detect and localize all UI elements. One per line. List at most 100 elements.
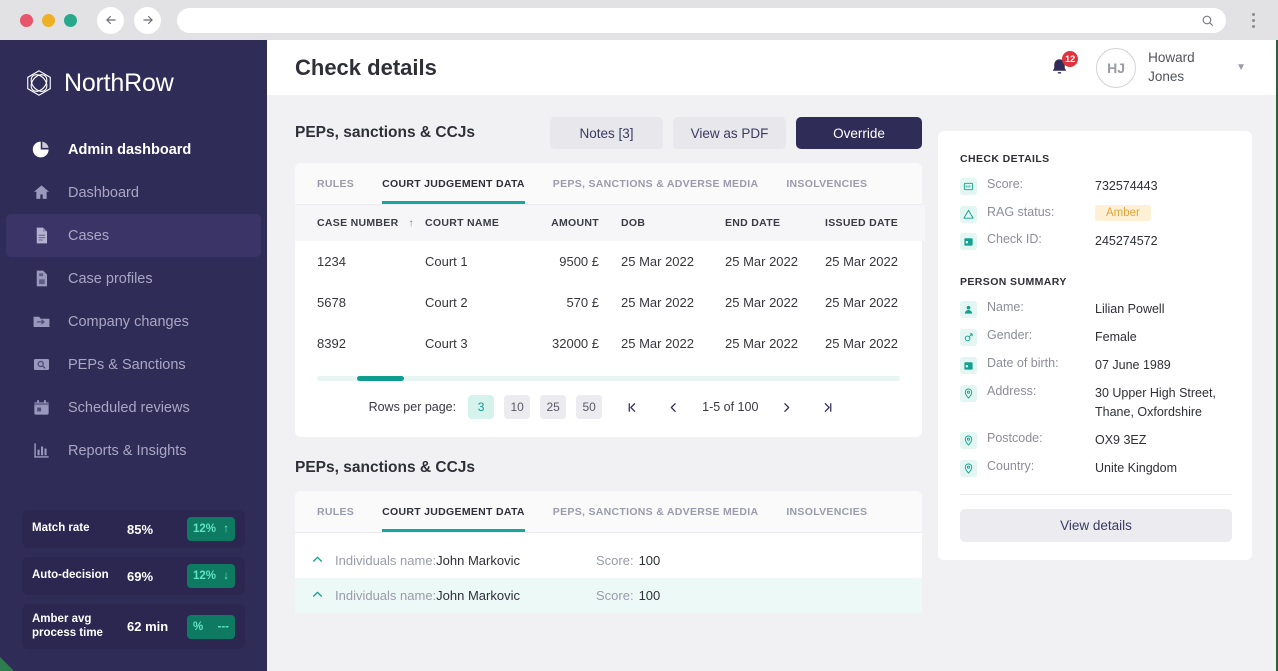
browser-address-bar[interactable] — [177, 7, 1226, 33]
calendar-icon — [960, 357, 977, 374]
sidebar-item-reports-insights[interactable]: Reports & Insights — [6, 429, 261, 472]
tab-rules[interactable]: Rules — [317, 506, 354, 532]
sidebar-item-scheduled-reviews[interactable]: Scheduled reviews — [6, 386, 261, 429]
stat-match-rate[interactable]: Match rate 85% 12% ↑ — [22, 510, 245, 548]
top-section-tabs: Rules Court judgement data PEPs, sanctio… — [295, 163, 922, 205]
stat-auto-decision[interactable]: Auto-decision 69% 12% ↓ — [22, 557, 245, 595]
tab-rules[interactable]: Rules — [317, 178, 354, 204]
sidebar-item-case-profiles[interactable]: Case profiles — [6, 257, 261, 300]
location-pin-icon — [960, 385, 977, 402]
tab-insolvencies[interactable]: Insolvencies — [786, 178, 867, 204]
sidebar-item-label: Case profiles — [68, 270, 153, 287]
list-item[interactable]: Individuals name: John Markovic Score: 1… — [295, 543, 922, 578]
chevron-up-icon[interactable] — [311, 588, 335, 604]
detail-key: RAG status: — [987, 205, 1055, 219]
stat-label: Match rate — [32, 522, 90, 535]
column-header-court-name[interactable]: Court name — [425, 205, 527, 241]
corner-accent-triangle — [0, 657, 14, 671]
tab-court-judgement-data[interactable]: Court judgement data — [382, 506, 525, 532]
individuals-name-label: Individuals name: — [335, 553, 437, 568]
cell-court-name: Court 3 — [425, 336, 468, 351]
cell-court-name: Court 2 — [425, 295, 468, 310]
brand-logo[interactable]: NorthRow — [0, 40, 267, 98]
sort-ascending-icon[interactable]: ↑ — [408, 218, 413, 229]
minimize-window-button[interactable] — [42, 13, 55, 27]
horizontal-scrollbar[interactable] — [317, 376, 900, 381]
sidebar-item-peps-sanctions[interactable]: PEPs & Sanctions — [6, 343, 261, 386]
sidebar-item-cases[interactable]: Cases — [6, 214, 261, 257]
table-header-row: Case number ↑ Court name Amount DOB End d… — [295, 205, 925, 241]
rows-per-page-option-50[interactable]: 50 — [576, 395, 603, 419]
cell-case-number: 8392 — [317, 336, 346, 351]
avatar[interactable]: HJ — [1096, 47, 1137, 88]
sidebar-item-label: Cases — [68, 227, 110, 244]
person-key: Country: — [987, 459, 1035, 473]
last-page-icon — [825, 402, 832, 412]
person-key: Date of birth: — [987, 356, 1059, 370]
stat-amber-avg-process-time[interactable]: Amber avg process time 62 min % --- — [22, 604, 245, 649]
tab-insolvencies[interactable]: Insolvencies — [786, 506, 867, 532]
left-column: PEPs, sanctions & CCJs Notes [3] View as… — [295, 117, 925, 671]
browser-chrome — [0, 0, 1278, 40]
cell-case-number: 1234 — [317, 254, 346, 269]
cell-dob: 25 Mar 2022 — [621, 254, 694, 269]
user-icon — [960, 301, 977, 318]
browser-forward-button[interactable] — [134, 6, 161, 34]
list-item[interactable]: Individuals name: John Markovic Score: 1… — [295, 578, 922, 613]
override-button[interactable]: Override — [796, 117, 922, 149]
notifications-button[interactable]: 12 — [1044, 50, 1079, 83]
notes-button[interactable]: Notes [3] — [550, 117, 663, 149]
bar-chart-icon — [30, 440, 52, 462]
check-details-heading: Check details — [960, 153, 1050, 165]
calendar-icon — [960, 233, 977, 250]
table-row[interactable]: 5678 Court 2 570 £ 25 Mar 2022 25 Mar 20… — [295, 282, 925, 323]
column-header-issued-date[interactable]: Issued date — [825, 205, 925, 241]
rows-per-page-option-10[interactable]: 10 — [504, 395, 531, 419]
tab-peps-sanctions-adverse-media[interactable]: PEPs, sanctions & adverse media — [553, 178, 759, 204]
person-key: Name: — [987, 300, 1024, 314]
page-content: PEPs, sanctions & CCJs Notes [3] View as… — [267, 95, 1276, 671]
view-details-button[interactable]: View details — [960, 509, 1232, 542]
user-first-name: Howard — [1148, 50, 1195, 66]
chevron-down-icon[interactable]: ▼ — [1236, 62, 1246, 73]
user-name[interactable]: Howard Jones — [1148, 49, 1222, 85]
sidebar-item-label: Dashboard — [68, 184, 139, 201]
next-page-button[interactable] — [766, 401, 807, 414]
person-key: Address: — [987, 384, 1037, 398]
person-value: 07 June 1989 — [1095, 358, 1171, 372]
stat-label: Amber avg process time — [32, 612, 103, 639]
section-title: PEPs, sanctions & CCJs — [295, 459, 476, 476]
cell-amount: 570 £ — [566, 295, 599, 310]
view-as-pdf-button[interactable]: View as PDF — [673, 117, 786, 149]
tab-court-judgement-data[interactable]: Court judgement data — [382, 178, 525, 204]
main-area: Check details 12 HJ Howard Jones ▼ PEPs,… — [267, 40, 1276, 671]
last-page-button[interactable] — [807, 401, 848, 414]
column-header-amount[interactable]: Amount — [527, 205, 621, 241]
close-window-button[interactable] — [20, 13, 33, 27]
tab-peps-sanctions-adverse-media[interactable]: PEPs, sanctions & adverse media — [553, 506, 759, 532]
table-row[interactable]: 8392 Court 3 32000 £ 25 Mar 2022 25 Mar … — [295, 323, 925, 364]
column-header-end-date[interactable]: End date — [725, 205, 825, 241]
previous-page-button[interactable] — [653, 401, 694, 414]
browser-menu-button[interactable] — [1240, 12, 1266, 28]
sidebar-item-admin-dashboard[interactable]: Admin dashboard — [6, 128, 261, 171]
search-icon[interactable] — [1201, 14, 1214, 27]
chevron-up-icon[interactable] — [311, 553, 335, 569]
folder-transfer-icon — [30, 311, 52, 333]
first-page-button[interactable] — [612, 401, 653, 414]
scrollbar-thumb[interactable] — [357, 376, 404, 381]
column-header-case-number[interactable]: Case number ↑ — [295, 205, 425, 241]
maximize-window-button[interactable] — [64, 13, 77, 27]
table-row[interactable]: 1234 Court 1 9500 £ 25 Mar 2022 25 Mar 2… — [295, 241, 925, 282]
location-pin-icon — [960, 432, 977, 449]
browser-back-button[interactable] — [97, 6, 124, 34]
sidebar-item-company-changes[interactable]: Company changes — [6, 300, 261, 343]
sidebar-item-dashboard[interactable]: Dashboard — [6, 171, 261, 214]
calendar-icon — [30, 397, 52, 419]
rows-per-page-option-25[interactable]: 25 — [540, 395, 567, 419]
cell-issued-date: 25 Mar 2022 — [825, 295, 898, 310]
column-header-dob[interactable]: DOB — [621, 205, 725, 241]
rows-per-page-option-3[interactable]: 3 — [468, 395, 495, 419]
sidebar-item-label: Reports & Insights — [68, 442, 187, 459]
